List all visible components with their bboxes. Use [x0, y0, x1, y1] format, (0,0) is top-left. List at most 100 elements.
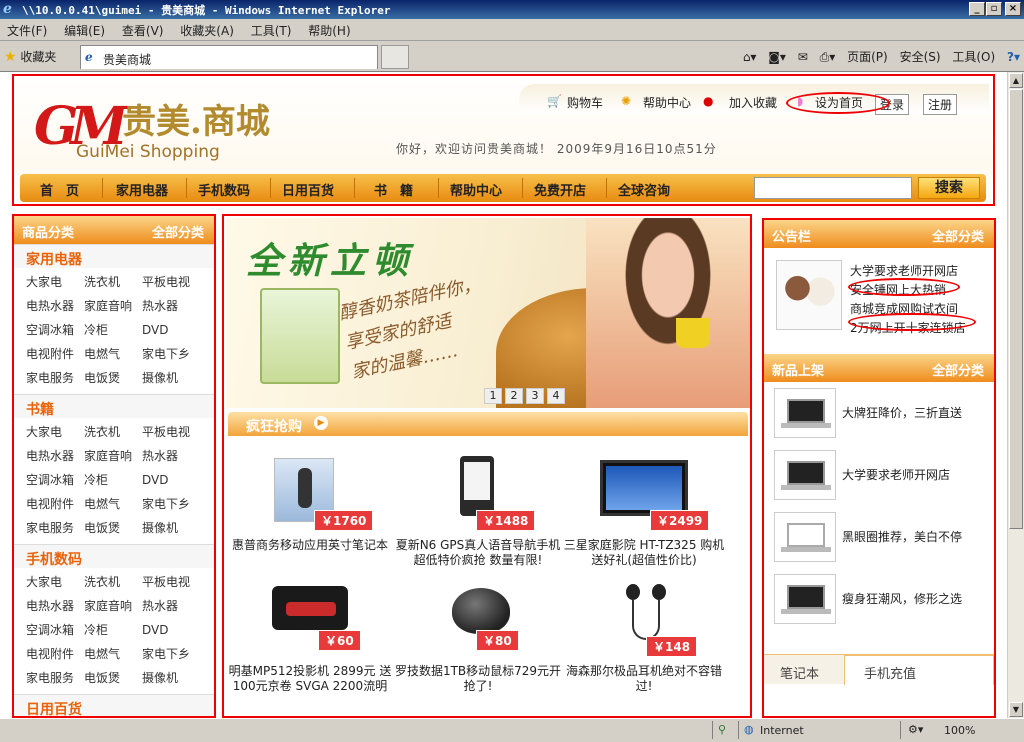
add-favorite-link[interactable]: 加入收藏	[729, 94, 777, 111]
product-name[interactable]: 罗技数据1TB移动鼠标729元开抢了!	[394, 664, 562, 694]
category-link[interactable]: DVD	[142, 318, 212, 342]
category-link[interactable]: 家电服务	[26, 516, 84, 540]
category-link[interactable]: 电视附件	[26, 642, 84, 666]
tools-menu[interactable]: 工具(O)	[952, 50, 995, 64]
nav-daily[interactable]: 日用百货	[282, 180, 334, 199]
product-name[interactable]: 惠普商务移动应用英寸笔记本	[226, 538, 394, 553]
vertical-scrollbar[interactable]: ▲ ▼	[1007, 72, 1024, 718]
close-button[interactable]: ×	[1005, 2, 1021, 16]
home-icon[interactable]: ⌂▾	[743, 50, 757, 64]
category-link[interactable]: 洗衣机	[84, 420, 142, 444]
search-button[interactable]: 搜索	[918, 177, 980, 199]
category-link[interactable]: 大家电	[26, 570, 84, 594]
menu-file[interactable]: 文件(F)	[0, 19, 53, 39]
category-link[interactable]: 家电下乡	[142, 642, 212, 666]
category-link[interactable]: 电热水器	[26, 294, 84, 318]
category-link[interactable]: 电视附件	[26, 492, 84, 516]
new-product-text[interactable]: 大牌狂降价，三折直送	[842, 404, 962, 421]
category-link[interactable]: 电视附件	[26, 342, 84, 366]
cart-link[interactable]: 购物车	[567, 94, 603, 111]
banner-page-1[interactable]: 1	[484, 388, 502, 404]
page-menu[interactable]: 页面(P)	[847, 50, 888, 64]
new-product-text[interactable]: 瘦身狂潮风，修形之选	[842, 590, 962, 607]
banner-page-2[interactable]: 2	[505, 388, 523, 404]
category-heading[interactable]: 日用百货	[14, 694, 214, 716]
help-icon[interactable]: ?▾	[1007, 50, 1020, 64]
favorites-button[interactable]: ★ 收藏夹	[4, 48, 56, 65]
category-link[interactable]: 摄像机	[142, 516, 212, 540]
category-link[interactable]: 热水器	[142, 444, 212, 468]
browser-tab[interactable]: e 贵美商城	[80, 45, 378, 69]
minimize-button[interactable]: _	[969, 2, 985, 16]
promo-banner[interactable]: 全新立顿 醇香奶茶陪伴你， 享受家的舒适 家的温馨…… 1234	[226, 218, 750, 408]
protected-mode-icon[interactable]: ⚙▾	[908, 723, 923, 736]
category-link[interactable]: 家电下乡	[142, 342, 212, 366]
new-product-item[interactable]: 瘦身狂潮风，修形之选	[764, 568, 994, 630]
banner-page-4[interactable]: 4	[547, 388, 565, 404]
new-products-all-link[interactable]: 全部分类	[932, 360, 984, 379]
category-link[interactable]: DVD	[142, 468, 212, 492]
category-link[interactable]: 冷柜	[84, 468, 142, 492]
new-product-item[interactable]: 大牌狂降价，三折直送	[764, 382, 994, 444]
scroll-up-icon[interactable]: ▲	[1009, 73, 1023, 88]
new-tab-button[interactable]	[381, 45, 409, 69]
category-link[interactable]: 大家电	[26, 270, 84, 294]
category-link[interactable]: 冷柜	[84, 618, 142, 642]
category-link[interactable]: 电饭煲	[84, 516, 142, 540]
category-link[interactable]: 电饭煲	[84, 366, 142, 390]
site-logo[interactable]: GM 贵美.商城 GuiMei Shopping	[34, 90, 294, 170]
menu-favorites[interactable]: 收藏夹(A)	[173, 19, 240, 39]
category-link[interactable]: 家电下乡	[142, 492, 212, 516]
category-link[interactable]: 摄像机	[142, 666, 212, 690]
category-link[interactable]: 电燃气	[84, 642, 142, 666]
new-product-item[interactable]: 黑眼圈推荐，美白不停	[764, 506, 994, 568]
arrow-right-icon[interactable]: ▶	[314, 416, 328, 430]
product-card[interactable]: ￥2499 三星家庭影院 HT-TZ325 购机送好礼(超值性价比)	[560, 454, 728, 568]
new-product-text[interactable]: 黑眼圈推荐，美白不停	[842, 528, 962, 545]
category-link[interactable]: 洗衣机	[84, 270, 142, 294]
zoom-level[interactable]: 100%	[944, 724, 975, 737]
scroll-down-icon[interactable]: ▼	[1009, 702, 1023, 717]
scroll-thumb[interactable]	[1009, 89, 1023, 529]
tab-laptop[interactable]: 笔记本	[780, 663, 819, 682]
category-link[interactable]: DVD	[142, 618, 212, 642]
product-card[interactable]: ￥80 罗技数据1TB移动鼠标729元开抢了!	[394, 580, 562, 694]
notice-all-link[interactable]: 全部分类	[932, 226, 984, 245]
category-heading[interactable]: 家用电器	[14, 244, 214, 268]
category-link[interactable]: 电燃气	[84, 492, 142, 516]
category-link[interactable]: 电饭煲	[84, 666, 142, 690]
new-product-item[interactable]: 大学要求老师开网店	[764, 444, 994, 506]
category-link[interactable]: 平板电视	[142, 420, 212, 444]
menu-tools[interactable]: 工具(T)	[244, 19, 298, 39]
menu-edit[interactable]: 编辑(E)	[57, 19, 111, 39]
nav-consult[interactable]: 全球咨询	[618, 180, 670, 199]
category-heading[interactable]: 书籍	[14, 394, 214, 418]
category-link[interactable]: 电燃气	[84, 342, 142, 366]
product-name[interactable]: 三星家庭影院 HT-TZ325 购机送好礼(超值性价比)	[560, 538, 728, 568]
product-card[interactable]: ￥60 明基MP512投影机 2899元 送100元京卷 SVGA 2200流明	[226, 580, 394, 694]
category-link[interactable]: 空调冰箱	[26, 468, 84, 492]
nav-help[interactable]: 帮助中心	[450, 180, 502, 199]
safety-menu[interactable]: 安全(S)	[900, 50, 941, 64]
category-link[interactable]: 热水器	[142, 294, 212, 318]
category-link[interactable]: 空调冰箱	[26, 618, 84, 642]
tab-phone-recharge[interactable]: 手机充值	[864, 663, 916, 682]
category-link[interactable]: 家庭音响	[84, 594, 142, 618]
category-link[interactable]: 平板电视	[142, 570, 212, 594]
mail-icon[interactable]: ✉	[798, 50, 808, 64]
product-card[interactable]: ￥1760 惠普商务移动应用英寸笔记本	[226, 454, 394, 553]
nav-open-shop[interactable]: 免费开店	[534, 180, 586, 199]
nav-home[interactable]: 首 页	[40, 180, 79, 199]
category-link[interactable]: 摄像机	[142, 366, 212, 390]
category-link[interactable]: 冷柜	[84, 318, 142, 342]
print-icon[interactable]: ⎙▾	[820, 50, 836, 64]
nav-books[interactable]: 书 籍	[374, 180, 413, 199]
register-button[interactable]: 注册	[923, 94, 958, 115]
category-link[interactable]: 家电服务	[26, 666, 84, 690]
product-card[interactable]: ￥148 海森那尔极品耳机绝对不容错过!	[560, 580, 728, 694]
menu-view[interactable]: 查看(V)	[115, 19, 170, 39]
nav-digital[interactable]: 手机数码	[198, 180, 250, 199]
product-name[interactable]: 海森那尔极品耳机绝对不容错过!	[560, 664, 728, 694]
product-card[interactable]: ￥1488 夏新N6 GPS真人语音导航手机超低特价疯抢 数量有限!	[394, 454, 562, 568]
nav-appliances[interactable]: 家用电器	[116, 180, 168, 199]
